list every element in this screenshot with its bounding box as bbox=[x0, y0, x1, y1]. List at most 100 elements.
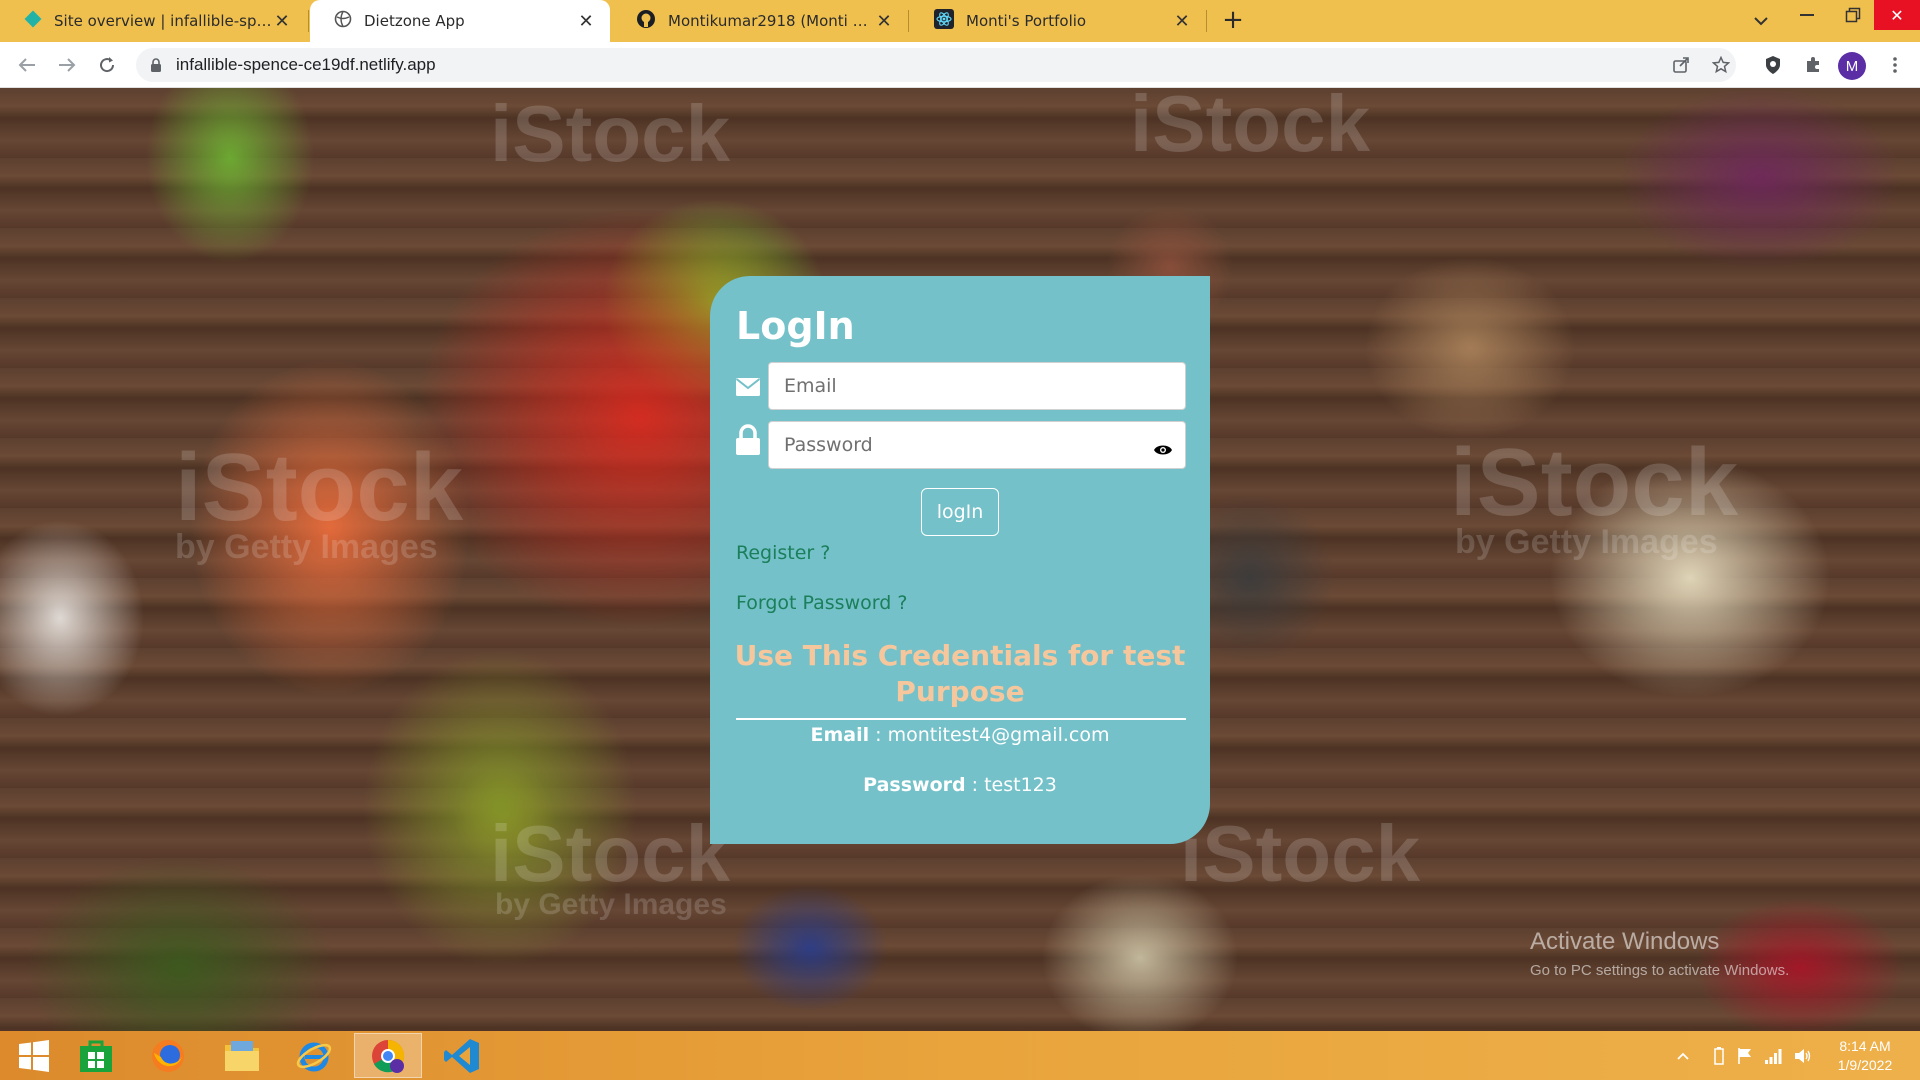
react-icon bbox=[934, 9, 954, 33]
speaker-icon bbox=[1795, 1049, 1811, 1063]
reload-icon bbox=[100, 57, 115, 73]
tab-divider bbox=[308, 10, 309, 32]
battery-icon bbox=[1714, 1047, 1724, 1065]
close-icon[interactable]: ✕ bbox=[576, 11, 596, 32]
new-tab-button[interactable]: + bbox=[1218, 6, 1248, 36]
tab-title: Dietzone App bbox=[364, 12, 465, 30]
tray-expand-button[interactable] bbox=[1672, 1045, 1694, 1067]
eye-icon bbox=[1154, 445, 1172, 455]
tray-volume[interactable] bbox=[1792, 1045, 1814, 1067]
watermark-brand: iStock bbox=[175, 434, 464, 541]
close-icon[interactable]: ✕ bbox=[1172, 11, 1192, 32]
reload-button[interactable] bbox=[92, 50, 122, 80]
credentials-email-row: Email : montitest4@gmail.com bbox=[710, 724, 1210, 746]
tab-search-button[interactable] bbox=[1748, 8, 1774, 34]
signal-icon bbox=[1765, 1049, 1782, 1064]
email-input[interactable] bbox=[768, 362, 1186, 410]
watermark-brand: iStock bbox=[1130, 88, 1371, 168]
chrome-icon bbox=[372, 1039, 405, 1073]
back-button[interactable] bbox=[12, 50, 42, 80]
activate-windows-title: Activate Windows bbox=[1530, 928, 1720, 955]
flag-icon bbox=[1738, 1048, 1751, 1064]
register-link[interactable]: Register ? bbox=[736, 542, 830, 564]
taskbar-vscode[interactable] bbox=[428, 1033, 496, 1078]
tab-dietzone-app[interactable]: Dietzone App ✕ bbox=[310, 0, 610, 42]
restore-icon bbox=[1845, 7, 1861, 23]
globe-icon bbox=[334, 10, 352, 32]
address-bar[interactable]: infallible-spence-ce19df.netlify.app bbox=[136, 48, 1736, 82]
credentials-password-label: Password bbox=[863, 774, 966, 796]
file-explorer-icon bbox=[225, 1040, 259, 1071]
internet-explorer-icon bbox=[296, 1042, 332, 1071]
tab-title: Site overview | infallible-spence-c bbox=[54, 12, 272, 30]
close-icon[interactable]: ✕ bbox=[874, 11, 894, 32]
watermark-byline: by Getty Images bbox=[1455, 523, 1718, 561]
show-password-toggle[interactable] bbox=[1152, 439, 1174, 461]
start-button[interactable] bbox=[0, 1033, 68, 1078]
restore-button[interactable] bbox=[1830, 0, 1876, 30]
watermark-byline: by Getty Images bbox=[175, 528, 438, 566]
url-text: infallible-spence-ce19df.netlify.app bbox=[176, 55, 436, 74]
star-icon bbox=[1712, 56, 1730, 74]
credentials-email-value: : montitest4@gmail.com bbox=[875, 724, 1110, 746]
firefox-icon bbox=[152, 1039, 184, 1072]
login-button[interactable]: logIn bbox=[921, 488, 999, 536]
tab-portfolio[interactable]: Monti's Portfolio ✕ bbox=[910, 0, 1206, 42]
close-icon[interactable]: ✕ bbox=[272, 11, 292, 32]
taskbar-firefox[interactable] bbox=[134, 1033, 202, 1078]
close-icon: ✕ bbox=[1890, 5, 1904, 25]
credentials-email-label: Email bbox=[810, 724, 870, 746]
password-input[interactable] bbox=[768, 421, 1186, 469]
taskbar-internet-explorer[interactable] bbox=[280, 1033, 348, 1078]
minimize-button[interactable] bbox=[1784, 0, 1830, 30]
github-icon bbox=[636, 9, 656, 33]
extension-shield-icon bbox=[1766, 56, 1780, 74]
store-icon bbox=[80, 1040, 112, 1072]
extension-button[interactable] bbox=[1758, 50, 1788, 80]
watermark-brand: iStock bbox=[490, 809, 731, 898]
watermark-brand: iStock bbox=[490, 89, 731, 178]
credentials-password-row: Password : test123 bbox=[710, 774, 1210, 796]
profile-avatar[interactable]: M bbox=[1838, 52, 1866, 80]
taskbar-clock[interactable]: 8:14 AM 1/9/2022 bbox=[1820, 1037, 1910, 1075]
puzzle-icon bbox=[1807, 57, 1819, 72]
tab-github[interactable]: Montikumar2918 (Monti kumar) ✕ bbox=[612, 0, 908, 42]
tab-strip: Site overview | infallible-spence-c ✕ Di… bbox=[0, 0, 1920, 42]
extensions-menu-button[interactable] bbox=[1798, 50, 1828, 80]
lock-icon bbox=[734, 424, 762, 455]
chrome-menu-button[interactable] bbox=[1880, 50, 1910, 80]
mail-icon bbox=[734, 372, 762, 402]
windows-start-icon bbox=[19, 1039, 49, 1072]
share-button[interactable] bbox=[1666, 50, 1696, 80]
forgot-password-link[interactable]: Forgot Password ? bbox=[736, 592, 907, 614]
minimize-icon bbox=[1800, 14, 1814, 16]
credentials-password-value: : test123 bbox=[971, 774, 1057, 796]
lock-icon bbox=[151, 57, 161, 72]
taskbar-file-explorer[interactable] bbox=[208, 1033, 276, 1078]
tray-network[interactable] bbox=[1762, 1045, 1784, 1067]
watermark-byline: by Getty Images bbox=[495, 888, 727, 921]
tab-title: Monti's Portfolio bbox=[966, 12, 1087, 30]
chevron-down-icon bbox=[1754, 17, 1768, 26]
login-title: LogIn bbox=[736, 304, 855, 348]
window-close-button[interactable]: ✕ bbox=[1874, 0, 1920, 30]
forward-button[interactable] bbox=[52, 50, 82, 80]
browser-toolbar: infallible-spence-ce19df.netlify.app bbox=[0, 42, 1920, 88]
vscode-icon bbox=[444, 1038, 479, 1073]
credentials-heading: Use This Credentials for test Purpose bbox=[734, 639, 1186, 708]
tab-site-overview[interactable]: Site overview | infallible-spence-c ✕ bbox=[0, 0, 306, 42]
tray-action-center[interactable] bbox=[1734, 1045, 1756, 1067]
taskbar: 8:14 AM 1/9/2022 bbox=[0, 1031, 1920, 1080]
watermark-brand: iStock bbox=[1450, 429, 1739, 536]
taskbar-chrome[interactable] bbox=[354, 1033, 422, 1078]
netlify-diamond-icon bbox=[24, 10, 42, 32]
bookmark-button[interactable] bbox=[1706, 50, 1736, 80]
arrow-left-icon bbox=[18, 58, 35, 72]
kebab-menu-icon bbox=[1893, 57, 1897, 73]
tab-divider bbox=[1206, 10, 1207, 32]
taskbar-store[interactable] bbox=[62, 1033, 130, 1078]
activate-windows-subtitle: Go to PC settings to activate Windows. bbox=[1530, 962, 1790, 979]
tray-battery[interactable] bbox=[1708, 1045, 1730, 1067]
watermark-brand: iStock bbox=[1180, 809, 1421, 898]
clock-date: 1/9/2022 bbox=[1837, 1057, 1893, 1073]
